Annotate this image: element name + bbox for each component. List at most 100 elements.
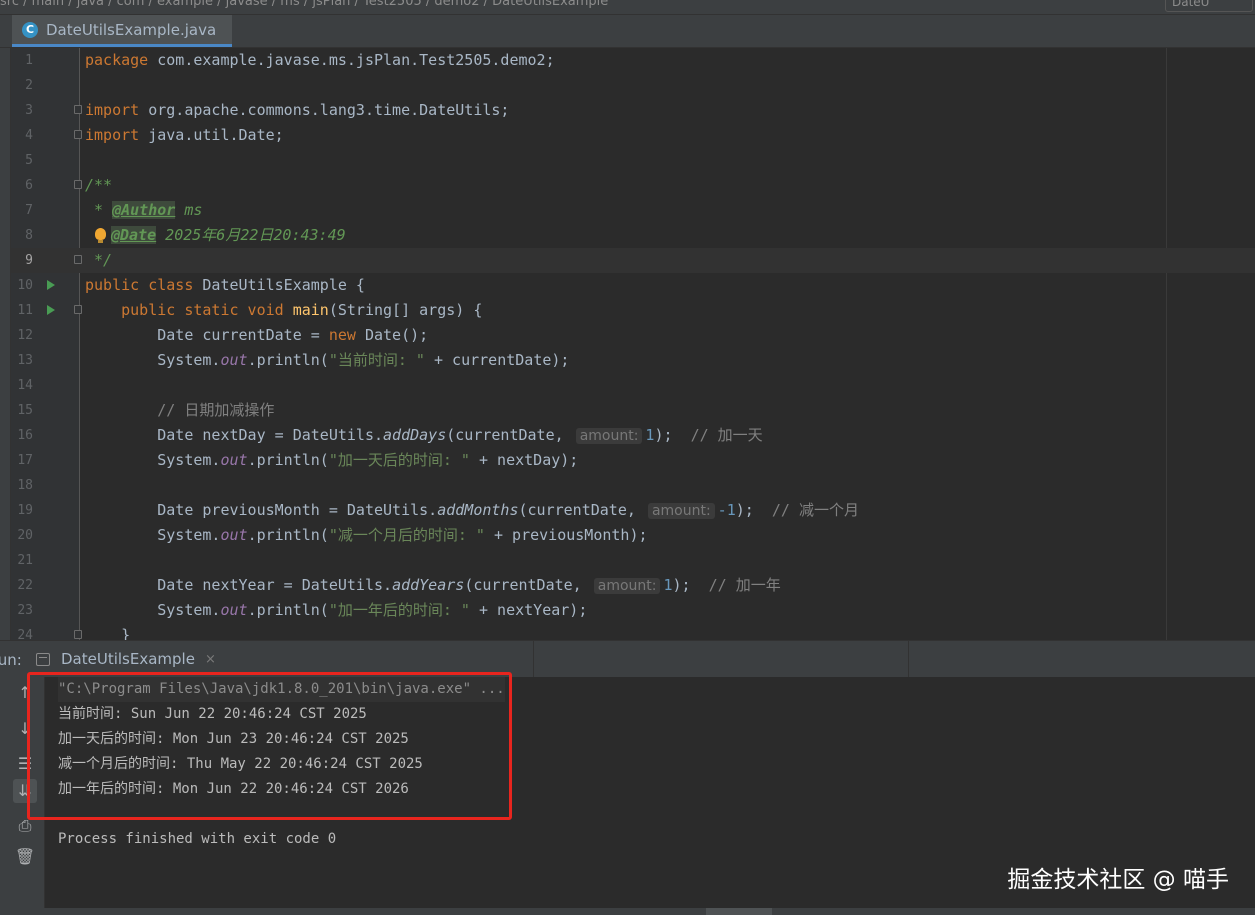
breadcrumb[interactable]: src / main / java / com / example / java… (0, 0, 608, 9)
code-text[interactable]: import java.util.Date; (85, 123, 284, 148)
code-text[interactable]: public static void main(String[] args) { (85, 298, 482, 323)
fold-marker-icon[interactable] (74, 630, 82, 639)
code-token: .println( (247, 351, 329, 369)
line-number: 5 (25, 153, 33, 168)
code-line[interactable]: 11 public static void main(String[] args… (11, 298, 1255, 323)
code-line[interactable]: 12 Date currentDate = new Date(); (11, 323, 1255, 348)
fold-marker-icon[interactable] (74, 130, 82, 139)
code-text[interactable]: Date currentDate = new Date(); (85, 323, 428, 348)
code-token: Date currentDate = (157, 326, 329, 344)
code-token: Date nextDay = DateUtils. (157, 426, 384, 444)
code-line[interactable]: 23 System.out.println("加一年后的时间: " + next… (11, 598, 1255, 623)
code-text[interactable]: */ (85, 248, 112, 273)
code-line[interactable]: 3 import org.apache.commons.lang3.time.D… (11, 98, 1255, 123)
code-editor[interactable]: 1 package com.example.javase.ms.jsPlan.T… (11, 48, 1255, 640)
code-token: (currentDate, (518, 501, 645, 519)
line-number: 21 (17, 553, 33, 568)
code-text[interactable]: * @Author ms (85, 198, 202, 223)
status-bar (0, 908, 1255, 915)
line-number: 24 (17, 628, 33, 640)
number-literal: -1 (717, 501, 736, 519)
code-line[interactable]: 24 } (11, 623, 1255, 640)
code-line[interactable]: 4 import java.util.Date; (11, 123, 1255, 148)
code-text[interactable]: } (85, 623, 130, 640)
code-token: .println( (247, 526, 329, 544)
line-number: 19 (17, 503, 33, 518)
lightbulb-icon[interactable] (95, 228, 106, 243)
code-line[interactable]: 5 (11, 148, 1255, 173)
fold-marker-icon[interactable] (74, 305, 82, 314)
code-text[interactable]: public class DateUtilsExample { (85, 273, 365, 298)
code-text[interactable]: import org.apache.commons.lang3.time.Dat… (85, 98, 509, 123)
code-token: ); (654, 426, 691, 444)
run-main-icon[interactable] (47, 305, 55, 315)
fold-marker-icon[interactable] (74, 255, 82, 264)
keyword: import (85, 126, 140, 144)
code-line[interactable]: 18 (11, 473, 1255, 498)
code-text[interactable]: System.out.println("加一年后的时间: " + nextYea… (85, 598, 587, 623)
trash-icon[interactable]: 🗑 (13, 845, 37, 869)
code-line[interactable]: 21 (11, 548, 1255, 573)
code-text[interactable]: // 日期加减操作 (85, 398, 274, 423)
parameter-hint: amount: (575, 428, 643, 444)
code-line-current[interactable]: 9 */ (11, 248, 1255, 273)
static-method: addMonths (437, 501, 519, 519)
code-line[interactable]: 15 // 日期加减操作 (11, 398, 1255, 423)
parameter-hint: amount: (593, 578, 661, 594)
fold-marker-icon[interactable] (74, 105, 82, 114)
code-token: .println( (247, 451, 329, 469)
string-literal: "加一天后的时间: " (328, 451, 470, 469)
code-token: java.util.Date; (139, 126, 284, 144)
code-line[interactable]: 13 System.out.println("当前时间: " + current… (11, 348, 1255, 373)
run-config-selector[interactable]: DateU (1165, 0, 1255, 14)
run-class-icon[interactable] (47, 280, 55, 290)
code-line[interactable]: 6 /** (11, 173, 1255, 198)
code-text[interactable]: Date nextYear = DateUtils.addYears(curre… (85, 573, 781, 599)
editor-tab-dateutilsexample[interactable]: C DateUtilsExample.java (12, 15, 232, 47)
code-text[interactable]: System.out.println("当前时间: " + currentDat… (85, 348, 569, 373)
code-text[interactable]: Date nextDay = DateUtils.addDays(current… (85, 423, 763, 449)
code-text[interactable]: System.out.println("减一个月后的时间: " + previo… (85, 523, 648, 548)
line-number: 16 (17, 428, 33, 443)
divider (533, 641, 534, 677)
console-icon (36, 652, 50, 666)
code-text[interactable]: System.out.println("加一天后的时间: " + nextDay… (85, 448, 578, 473)
code-line[interactable]: 22 Date nextYear = DateUtils.addYears(cu… (11, 573, 1255, 598)
code-text[interactable]: package com.example.javase.ms.jsPlan.Tes… (85, 48, 555, 73)
close-icon[interactable]: × (205, 652, 216, 667)
doc-comment: 2025年6月22日20:43:49 (156, 226, 346, 244)
line-number: 8 (25, 228, 33, 243)
line-number: 10 (17, 278, 33, 293)
line-number: 2 (25, 78, 33, 93)
keyword: public static void (121, 301, 284, 319)
code-token: ); (735, 501, 772, 519)
code-line[interactable]: 1 package com.example.javase.ms.jsPlan.T… (11, 48, 1255, 73)
code-line[interactable]: 2 (11, 73, 1255, 98)
code-token: } (121, 626, 131, 640)
code-text[interactable]: Date previousMonth = DateUtils.addMonths… (85, 498, 859, 524)
status-bar-segment (706, 908, 772, 915)
run-config-label[interactable]: DateU (1165, 0, 1253, 12)
code-line[interactable]: 20 System.out.println("减一个月后的时间: " + pre… (11, 523, 1255, 548)
line-number: 15 (17, 403, 33, 418)
editor-tab-bar: C DateUtilsExample.java (0, 15, 1255, 48)
code-token: Date previousMonth = DateUtils. (157, 501, 438, 519)
code-line[interactable]: 8 @Date 2025年6月22日20:43:49 (11, 223, 1255, 248)
static-field: out (220, 526, 248, 544)
line-number: 12 (17, 328, 33, 343)
code-line[interactable]: 10 public class DateUtilsExample { (11, 273, 1255, 298)
code-line[interactable]: 7 * @Author ms (11, 198, 1255, 223)
line-number: 17 (17, 453, 33, 468)
line-number: 4 (25, 128, 33, 143)
method-name: main (292, 301, 329, 319)
code-line[interactable]: 19 Date previousMonth = DateUtils.addMon… (11, 498, 1255, 523)
static-method: addYears (392, 576, 465, 594)
fold-marker-icon[interactable] (74, 180, 82, 189)
code-token: Date nextYear = DateUtils. (157, 576, 393, 594)
code-text[interactable]: /** (85, 173, 112, 198)
code-text[interactable]: @Date 2025年6月22日20:43:49 (111, 223, 346, 248)
code-line[interactable]: 17 System.out.println("加一天后的时间: " + next… (11, 448, 1255, 473)
code-line[interactable]: 14 (11, 373, 1255, 398)
code-line[interactable]: 16 Date nextDay = DateUtils.addDays(curr… (11, 423, 1255, 448)
code-token: + previousMonth); (484, 526, 648, 544)
